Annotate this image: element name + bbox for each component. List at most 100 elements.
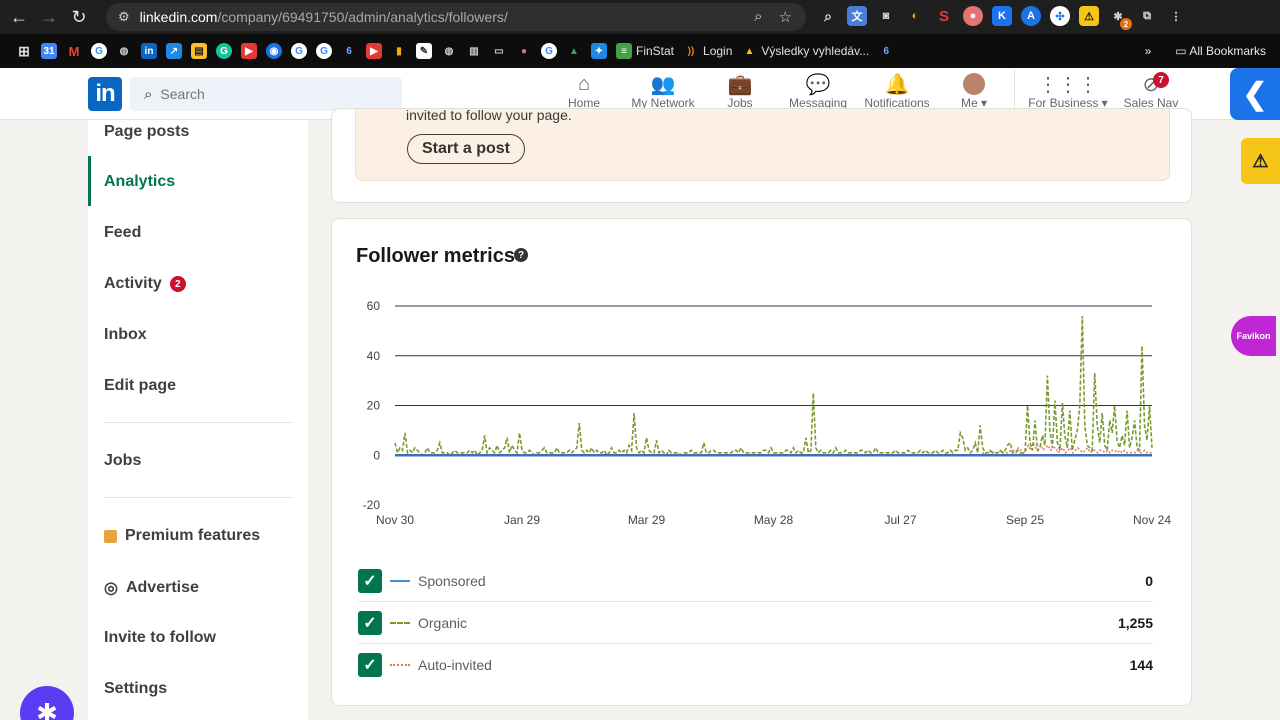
checkbox-sponsored[interactable]: ✓	[358, 568, 382, 593]
sidebar-item-invite[interactable]: Invite to follow	[104, 629, 216, 647]
start-post-button[interactable]: Start a post	[407, 134, 525, 164]
drive-bookmark-icon[interactable]: ▲	[566, 43, 582, 59]
x-tick-label: Nov 24	[1133, 513, 1171, 527]
legend-row-organic[interactable]: ✓ Organic 1,255	[358, 602, 1153, 644]
puzzle-ext-icon[interactable]: ⧉	[1137, 6, 1157, 26]
linkedin-bookmark-icon[interactable]: in	[141, 43, 157, 59]
bell-icon: 🔔	[884, 73, 910, 96]
url-host: linkedin.com	[139, 9, 218, 25]
analytics-bookmark-icon[interactable]: ▮	[391, 43, 407, 59]
favikon-tab[interactable]: Favikon	[1231, 316, 1276, 356]
pin-bookmark-icon[interactable]: ●	[516, 43, 532, 59]
help-icon[interactable]: ?	[514, 248, 528, 262]
checkbox-organic[interactable]: ✓	[358, 610, 382, 635]
k-ext-icon[interactable]: K	[992, 6, 1012, 26]
sidebar-divider	[104, 422, 294, 423]
ext-badge: 2	[1120, 18, 1132, 30]
record-ext-icon[interactable]: ●	[963, 6, 983, 26]
search-input[interactable]	[160, 86, 381, 102]
doc-bookmark-icon[interactable]: ✎	[416, 43, 432, 59]
sidebar-item-jobs[interactable]: Jobs	[104, 452, 141, 470]
checkbox-auto-invited[interactable]: ✓	[358, 653, 382, 677]
sidebar-item-feed[interactable]: Feed	[104, 224, 141, 242]
bookmark-login[interactable]: )) Login	[683, 43, 733, 59]
google-bookmark-icon-4[interactable]: G	[541, 43, 557, 59]
reload-icon[interactable]: ↻	[64, 2, 94, 32]
gear-ext-icon[interactable]: ✱ 2	[1108, 6, 1132, 30]
avatar	[963, 72, 985, 96]
s-ext-icon[interactable]: S	[934, 6, 954, 26]
camera-ext-icon[interactable]: ◙	[876, 6, 896, 26]
x-tick-label: Mar 29	[628, 513, 666, 527]
sidebar-item-analytics[interactable]: Analytics	[104, 173, 175, 191]
youtube-bookmark-icon[interactable]: ▶	[241, 43, 257, 59]
k-sidebar-tab[interactable]: ❮	[1230, 68, 1280, 120]
chevron-more-icon: »	[1144, 44, 1152, 58]
linkedin-logo[interactable]: in	[88, 77, 122, 111]
youtube-bookmark-icon-2[interactable]: ▶	[366, 43, 382, 59]
bank-bookmark-icon[interactable]: ▥	[466, 43, 482, 59]
sidebar-item-advertise[interactable]: ◎ Advertise	[104, 578, 199, 598]
forward-icon[interactable]: →	[34, 2, 64, 32]
warning-sidebar-tab[interactable]: ⚠	[1241, 138, 1280, 184]
bookmark-finstat[interactable]: ≡ FinStat	[616, 43, 674, 59]
address-bar[interactable]: ⚙ linkedin.com/company/69491750/admin/an…	[106, 3, 806, 31]
menu-ext-icon[interactable]: ⋮	[1166, 6, 1186, 26]
assistant-bubble[interactable]: ✱	[20, 686, 74, 720]
x-tick-label: Sep 25	[1006, 513, 1044, 527]
search-ext-icon[interactable]: ⌕	[818, 6, 838, 26]
folder-bookmark-icon[interactable]: ▭	[491, 43, 507, 59]
circle-bookmark-icon[interactable]: ◉	[266, 43, 282, 59]
search-box[interactable]: ⌕	[130, 77, 402, 111]
sidebar-item-activity[interactable]: Activity 2	[104, 275, 186, 293]
sidebar-item-edit-page[interactable]: Edit page	[104, 377, 176, 395]
drive-icon: ▲	[744, 45, 755, 57]
messaging-icon: 💬	[805, 73, 831, 96]
y-tick-label: -20	[363, 498, 381, 512]
sales-nav-badge: 7	[1153, 72, 1169, 88]
google-bookmark-icon-2[interactable]: G	[291, 43, 307, 59]
legend-row-auto-invited[interactable]: ✓ Auto-invited 144	[358, 644, 1153, 686]
metrics-title: Follower metrics	[356, 245, 515, 267]
google-bookmark-icon[interactable]: G	[91, 43, 107, 59]
y-tick-label: 60	[367, 299, 381, 313]
activity-badge: 2	[169, 276, 186, 292]
note-bookmark-icon[interactable]: ▤	[191, 43, 207, 59]
bookmark-star-icon[interactable]: ☆	[779, 8, 792, 26]
sidebar-item-inbox[interactable]: Inbox	[104, 326, 147, 344]
y-tick-label: 0	[373, 448, 380, 462]
sponsored-line-swatch	[390, 579, 410, 582]
all-bookmarks[interactable]: » ▭ All Bookmarks	[1145, 44, 1266, 58]
sidebar-divider-2	[104, 497, 294, 498]
globe-bookmark-icon[interactable]: ◍	[116, 43, 132, 59]
compass-ext-icon[interactable]: ✣	[1050, 6, 1070, 26]
bookmark-vysledky[interactable]: ▲ Výsledky vyhledáv...	[741, 43, 869, 59]
google-bookmark-icon-3[interactable]: G	[316, 43, 332, 59]
target-icon: ◎	[104, 580, 118, 597]
banner-card: invited to follow your page. Start a pos…	[331, 107, 1192, 203]
a-ext-icon[interactable]: A	[1021, 6, 1041, 26]
site-settings-icon[interactable]: ⚙	[118, 9, 130, 25]
sidebar-item-settings[interactable]: Settings	[104, 680, 167, 698]
apps-grid-icon[interactable]: ⊞	[16, 43, 32, 59]
six-bookmark-icon-2[interactable]: 6	[878, 43, 894, 59]
legend-value: 1,255	[1117, 614, 1153, 631]
warning-ext-icon[interactable]: ⚠	[1079, 6, 1099, 26]
back-icon[interactable]: ←	[4, 2, 34, 32]
globe-bookmark-icon-2[interactable]: ◍	[441, 43, 457, 59]
link-bookmark-icon[interactable]: ↗	[166, 43, 182, 59]
gmail-bookmark-icon[interactable]: M	[66, 43, 82, 59]
half-circle-ext-icon[interactable]: ◐	[905, 6, 925, 26]
rss-icon: ))	[687, 45, 695, 57]
translate-ext-icon[interactable]: 文	[847, 6, 867, 26]
compass-bookmark-icon[interactable]: ✦	[591, 43, 607, 59]
grammarly-bookmark-icon[interactable]: G	[216, 43, 232, 59]
sidebar-item-premium[interactable]: Premium features	[104, 527, 260, 545]
six-bookmark-icon[interactable]: 6	[341, 43, 357, 59]
legend-row-sponsored[interactable]: ✓ Sponsored 0	[358, 560, 1153, 602]
sidebar-item-page-posts[interactable]: Page posts	[104, 123, 189, 141]
calendar-bookmark-icon[interactable]: 31	[41, 43, 57, 59]
zoom-icon[interactable]: ⌕	[754, 8, 762, 26]
legend-value: 0	[1145, 572, 1153, 589]
follower-metrics-chart: 60 40 20 0 -20Nov 30 Jan 29 Mar 29 May 28 Jul 27…	[363, 299, 1172, 527]
